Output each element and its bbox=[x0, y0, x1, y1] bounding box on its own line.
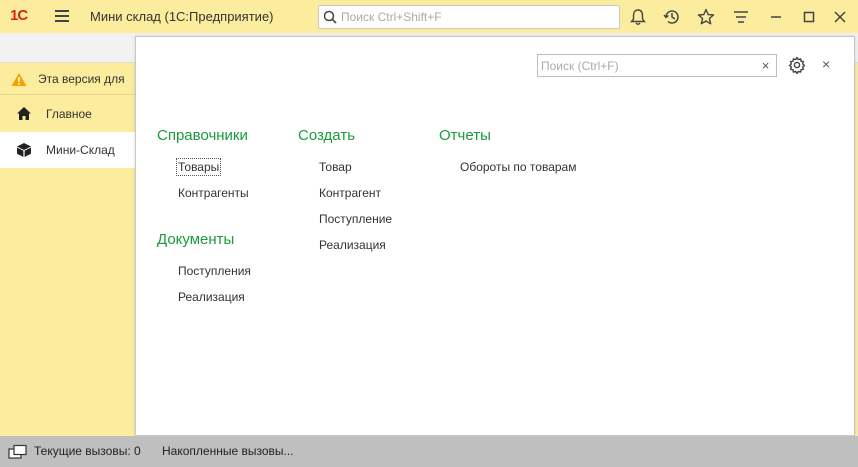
star-icon[interactable] bbox=[696, 7, 716, 27]
link-goods[interactable]: Товары bbox=[175, 158, 222, 176]
functions-panel: × × Справочники Товары Контрагенты Докум… bbox=[135, 36, 855, 436]
global-search[interactable] bbox=[318, 5, 620, 29]
app-title: Мини склад (1С:Предприятие) bbox=[90, 9, 274, 24]
version-warning-bar[interactable]: Эта версия для bbox=[0, 63, 140, 95]
bell-icon[interactable] bbox=[628, 7, 648, 27]
panel-search[interactable] bbox=[537, 54, 756, 77]
link-receipts[interactable]: Поступления bbox=[178, 264, 251, 278]
sidebar-item-label: Мини-Склад bbox=[46, 143, 115, 157]
status-bar: Текущие вызовы: 0 Накопленные вызовы... bbox=[0, 436, 858, 467]
minimize-icon[interactable] bbox=[766, 7, 786, 27]
accumulated-calls[interactable]: Накопленные вызовы... bbox=[162, 444, 294, 458]
section-title-reports: Отчеты bbox=[439, 127, 491, 144]
link-create-receipt[interactable]: Поступление bbox=[319, 212, 392, 226]
link-create-sale[interactable]: Реализация bbox=[319, 238, 386, 252]
section-title-catalogs: Справочники bbox=[157, 127, 248, 144]
link-sales[interactable]: Реализация bbox=[178, 290, 245, 304]
search-clear-button[interactable]: × bbox=[755, 54, 777, 77]
search-icon bbox=[323, 10, 337, 24]
close-panel-button[interactable]: × bbox=[822, 56, 830, 72]
title-bar: 1С Мини склад (1С:Предприятие) bbox=[0, 0, 858, 33]
gear-icon[interactable] bbox=[788, 56, 806, 74]
main-menu-icon[interactable] bbox=[55, 10, 69, 22]
version-warning-text: Эта версия для bbox=[38, 72, 125, 86]
sidebar-item-mini-sklad[interactable]: Мини-Склад bbox=[0, 132, 136, 168]
section-title-documents: Документы bbox=[157, 231, 235, 248]
maximize-icon[interactable] bbox=[799, 7, 819, 27]
link-goods-turnover[interactable]: Обороты по товарам bbox=[460, 160, 576, 174]
warning-icon bbox=[11, 73, 27, 86]
link-create-counterparty[interactable]: Контрагент bbox=[319, 186, 381, 200]
link-create-goods[interactable]: Товар bbox=[319, 160, 352, 174]
current-calls: Текущие вызовы: 0 bbox=[34, 444, 141, 458]
close-window-icon[interactable] bbox=[830, 7, 850, 27]
section-title-create: Создать bbox=[298, 127, 356, 144]
functions-menu-icon[interactable] bbox=[731, 7, 751, 27]
sidebar-item-main[interactable]: Главное bbox=[0, 96, 136, 132]
box-icon bbox=[17, 143, 31, 157]
home-icon bbox=[17, 107, 31, 120]
panel-search-input[interactable] bbox=[541, 58, 753, 73]
windows-icon[interactable] bbox=[8, 444, 28, 460]
app-logo: 1С bbox=[10, 7, 28, 24]
link-counterparties[interactable]: Контрагенты bbox=[178, 186, 249, 200]
sidebar-item-label: Главное bbox=[46, 107, 92, 121]
history-icon[interactable] bbox=[662, 7, 682, 27]
global-search-input[interactable] bbox=[341, 9, 611, 25]
